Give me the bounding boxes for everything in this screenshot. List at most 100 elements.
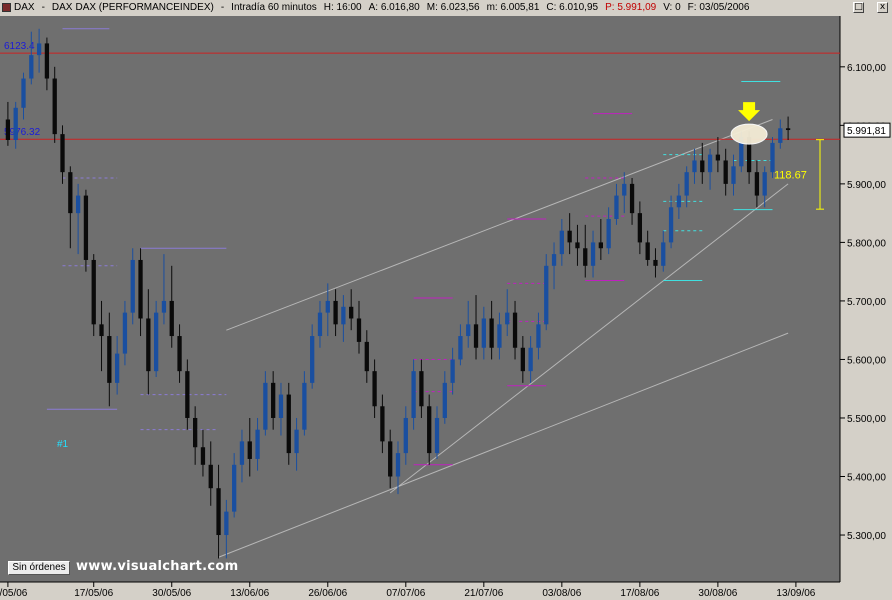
- candle-body: [458, 336, 463, 360]
- x-tick-label: 13/06/06: [230, 588, 269, 599]
- candle-body: [481, 318, 486, 348]
- price-chart[interactable]: 6123.45976.32 5.300,005.400,005.500,005.…: [0, 16, 892, 600]
- y-tick-label: 5.400,00: [847, 473, 886, 484]
- candle-body: [762, 172, 767, 196]
- candle-body: [193, 417, 198, 448]
- x-tick-label: 17/08/06: [620, 588, 659, 599]
- candle-body: [200, 447, 206, 465]
- candle-body: [676, 195, 682, 208]
- close-button[interactable]: x: [877, 2, 888, 13]
- candle-body: [590, 242, 596, 266]
- candle-body: [356, 318, 362, 342]
- app-icon[interactable]: [2, 3, 11, 12]
- quote-open: A: 6.016,80: [368, 2, 420, 13]
- candle-body: [559, 230, 564, 255]
- candle-body: [778, 128, 783, 143]
- candle-body: [395, 453, 401, 477]
- restore-button[interactable]: □: [853, 2, 864, 13]
- horizontal-level-label: 6123.4: [4, 41, 35, 52]
- interval-label: Intradía 60 minutos: [231, 2, 317, 13]
- candle-body: [114, 353, 120, 383]
- candle-body: [489, 318, 494, 348]
- candle-body: [302, 382, 307, 430]
- range-value-label: 118.67: [774, 169, 807, 181]
- candle-body: [419, 371, 424, 407]
- candle-body: [130, 259, 135, 313]
- candle-body: [29, 55, 34, 79]
- candle-body: [169, 300, 174, 337]
- candle-body: [473, 324, 479, 348]
- wave-label: #1: [57, 439, 69, 450]
- y-tick-label: 5.900,00: [847, 180, 886, 191]
- y-tick-label: 5.300,00: [847, 531, 886, 542]
- candle-body: [216, 488, 221, 536]
- candle-body: [75, 195, 81, 214]
- candle-body: [153, 312, 159, 372]
- candle-body: [271, 382, 276, 418]
- y-tick-label: 6.100,00: [847, 63, 886, 74]
- candle-body: [278, 394, 284, 418]
- candle-body: [520, 347, 525, 372]
- candle-body: [606, 218, 611, 249]
- candle-body: [684, 172, 689, 196]
- plot-background: [0, 16, 840, 582]
- candle-body: [551, 254, 557, 266]
- candle-body: [770, 142, 775, 173]
- candle-body: [68, 172, 73, 214]
- title-text: DAX - DAX DAX (PERFORMANCEINDEX) - Intradía 6…: [14, 0, 756, 16]
- candle-body: [715, 154, 721, 161]
- candle-body: [224, 511, 229, 536]
- quote-previous: P: 5.991,09: [605, 2, 657, 13]
- x-tick-label: 26/06/06: [308, 588, 347, 599]
- brand-watermark: www.visualchart.com: [76, 559, 239, 574]
- x-tick-label: 21/07/06: [464, 588, 503, 599]
- candle-body: [263, 382, 268, 430]
- candle-body: [99, 324, 104, 337]
- candle-body: [614, 195, 619, 219]
- candle-body: [208, 464, 213, 489]
- candle-body: [731, 166, 736, 184]
- quote-low: m: 6.005,81: [486, 2, 540, 13]
- candle-body: [700, 160, 705, 173]
- quote-hour: H: 16:00: [323, 2, 362, 13]
- candle-body: [21, 78, 26, 108]
- quote-date: F: 03/05/2006: [687, 2, 750, 13]
- candle-body: [583, 248, 588, 266]
- candle-body: [536, 324, 541, 348]
- quote-close: C: 6.010,95: [546, 2, 599, 13]
- candle-body: [637, 213, 643, 243]
- symbol-label: DAX: [51, 2, 73, 13]
- candle-body: [442, 382, 447, 418]
- candle-body: [146, 318, 151, 372]
- candle-body: [544, 265, 549, 325]
- separator-dash: -: [41, 2, 45, 13]
- candle-body: [247, 441, 252, 459]
- candle-body: [629, 183, 635, 214]
- candle-body: [232, 464, 237, 512]
- x-tick-label: 07/07/06: [386, 588, 425, 599]
- candle-body: [185, 371, 190, 418]
- candle-body: [5, 119, 11, 140]
- y-tick-label: 5.800,00: [847, 238, 886, 249]
- candle-body: [161, 300, 167, 313]
- candle-body: [645, 242, 650, 260]
- instrument-name: DAX (PERFORMANCEINDEX): [75, 2, 214, 13]
- candle-body: [83, 195, 89, 260]
- chart-window: DAX - DAX DAX (PERFORMANCEINDEX) - Intradía 6…: [0, 0, 892, 600]
- x-tick-label: 30/08/06: [698, 588, 737, 599]
- y-tick-label: 5.700,00: [847, 297, 886, 308]
- candle-body: [372, 371, 377, 407]
- candle-body: [450, 359, 455, 383]
- candle-body: [427, 406, 432, 454]
- y-tick-label: 5.600,00: [847, 355, 886, 366]
- x-tick-label: 02/05/06: [0, 588, 28, 599]
- candle-body: [505, 312, 510, 325]
- candle-body: [785, 128, 791, 131]
- x-tick-label: 30/05/06: [152, 588, 191, 599]
- orders-button[interactable]: Sin órdenes: [8, 561, 70, 575]
- y-axis-panel: [840, 16, 892, 600]
- candle-body: [388, 441, 393, 477]
- candle-body: [466, 324, 471, 337]
- candle-body: [497, 324, 502, 348]
- candle-body: [411, 371, 416, 418]
